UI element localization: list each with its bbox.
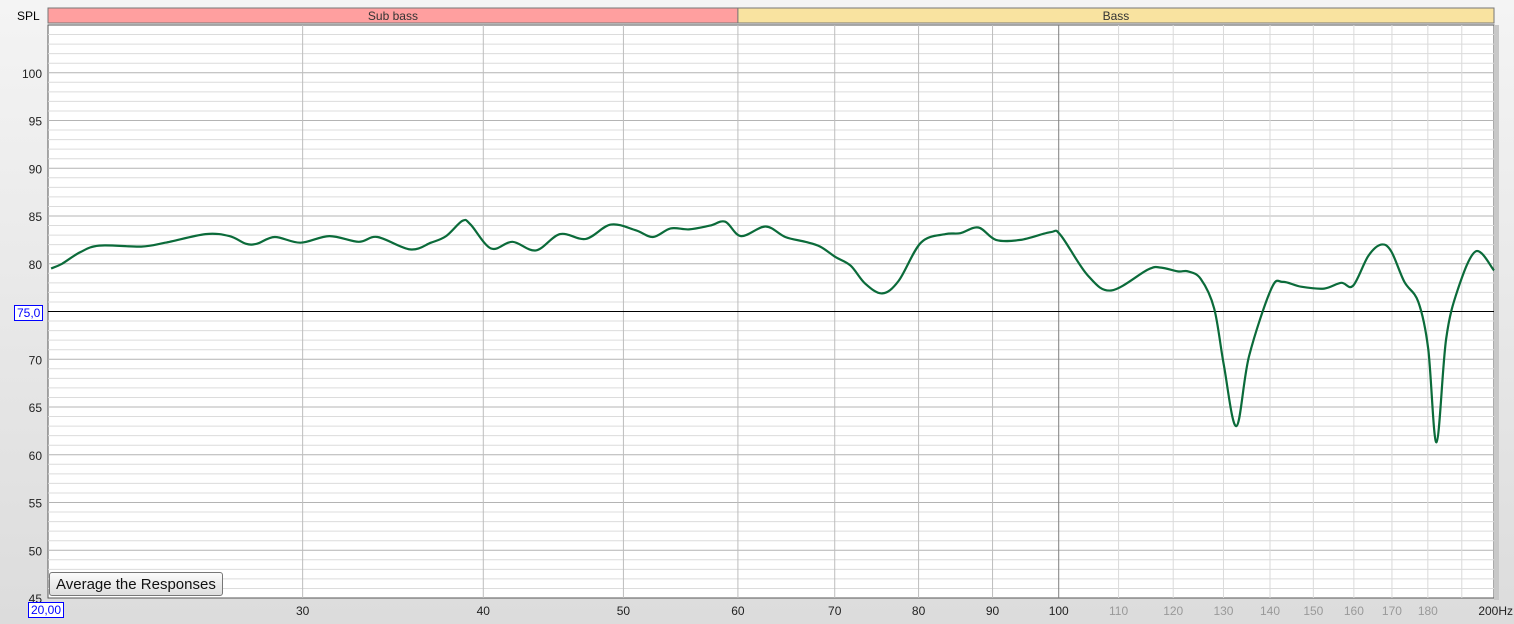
y-tick-label: 50 — [29, 544, 43, 558]
reference-level-field[interactable]: 75,0 — [14, 305, 44, 321]
x-tick-label: 30 — [296, 604, 310, 618]
y-tick-label: 95 — [29, 115, 43, 129]
x-end-label: 200Hz — [1478, 604, 1513, 618]
x-tick-label: 60 — [731, 604, 745, 618]
x-tick-label-minor: 140 — [1260, 604, 1280, 618]
x-tick-label: 100 — [1049, 604, 1069, 618]
band-label: Sub bass — [368, 9, 418, 23]
y-tick-label: 90 — [29, 162, 43, 176]
y-tick-label: 85 — [29, 210, 43, 224]
y-tick-label: 80 — [29, 258, 43, 272]
band-label: Bass — [1103, 9, 1130, 23]
x-tick-label: 40 — [477, 604, 491, 618]
frequency-response-chart: Sub bass Bass 4550556065708085909510030 40… — [17, 7, 1513, 618]
y-tick-label: 60 — [29, 449, 43, 463]
x-tick-label-minor: 160 — [1344, 604, 1364, 618]
x-tick-label: 70 — [828, 604, 842, 618]
x-tick-label: 50 — [617, 604, 631, 618]
x-tick-label-minor: 120 — [1163, 604, 1183, 618]
average-responses-button[interactable]: Average the Responses — [49, 572, 223, 596]
x-tick-label-minor: 180 — [1418, 604, 1438, 618]
y-tick-label: 70 — [29, 353, 43, 367]
y-tick-label: 55 — [29, 497, 43, 511]
y-tick-label: 100 — [22, 67, 42, 81]
y-tick-label: 65 — [29, 401, 43, 415]
x-start-field[interactable]: 20,00 — [28, 602, 65, 618]
x-tick-label: 90 — [986, 604, 1000, 618]
x-tick-label-minor: 150 — [1303, 604, 1323, 618]
x-tick-label-minor: 130 — [1213, 604, 1233, 618]
x-tick-label-minor: 170 — [1382, 604, 1402, 618]
y-axis-label: SPL — [17, 9, 40, 23]
plot-right-edge — [1494, 25, 1499, 600]
x-tick-label-minor: 110 — [1109, 604, 1128, 618]
x-tick-label: 80 — [912, 604, 926, 618]
